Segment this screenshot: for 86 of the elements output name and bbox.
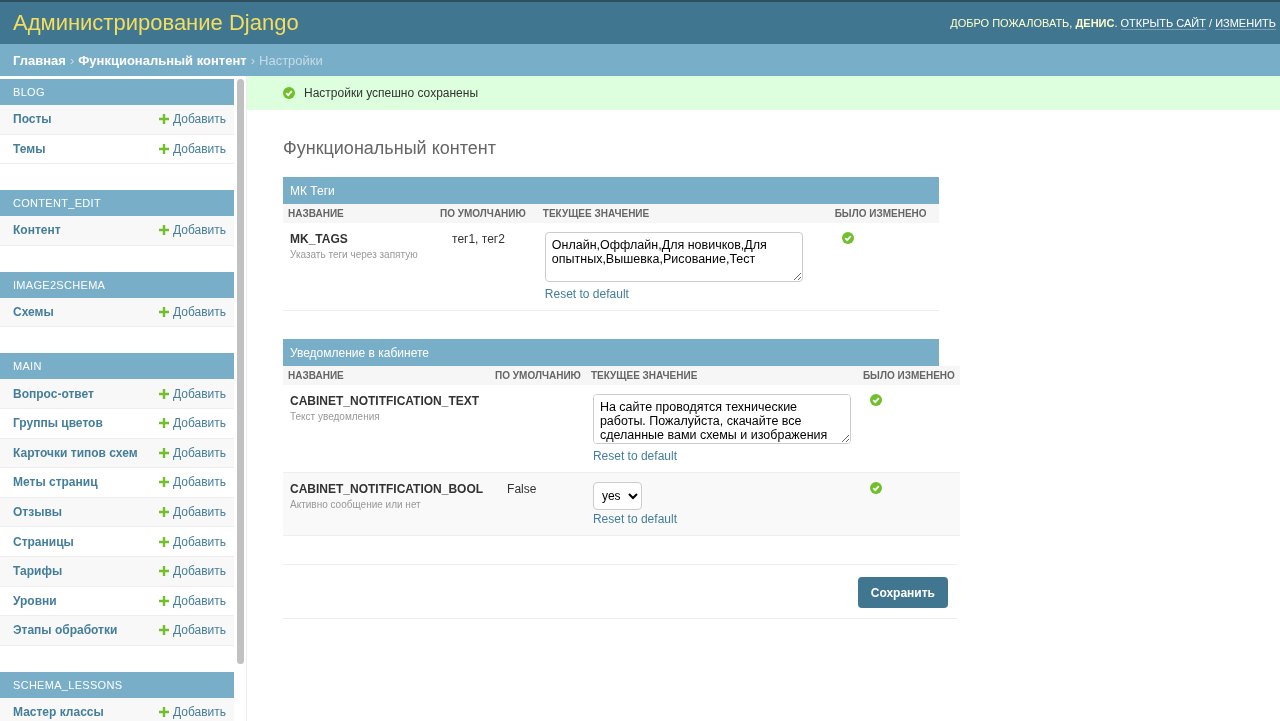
plus-icon (158, 625, 169, 636)
reset-link[interactable]: Reset to default (592, 449, 851, 463)
help-text: Активно сообщение или нет (290, 499, 422, 510)
model-link[interactable]: Мастер классы (13, 705, 104, 719)
add-link[interactable]: Добавить (158, 475, 226, 490)
column-header: ПО УМОЛЧАНИЮ (490, 366, 586, 385)
column-header: ТЕКУЩЕЕ ЗНАЧЕНИЕ (537, 204, 830, 223)
plus-icon (158, 447, 169, 458)
plus-icon (158, 595, 169, 606)
add-link[interactable]: Добавить (158, 623, 226, 638)
model-link[interactable]: Страницы (13, 534, 74, 549)
breadcrumb-separator: › (250, 52, 255, 68)
app-caption[interactable]: SCHEMA_LESSONS (0, 671, 234, 698)
breadcrumb-link[interactable]: Главная (13, 52, 66, 68)
app-caption[interactable]: BLOG (0, 79, 234, 105)
setting-name: MK_TAGS (290, 232, 349, 246)
column-header: БЫЛО ИЗМЕНЕНО (857, 366, 960, 385)
model-link[interactable]: Тарифы (13, 564, 63, 579)
plus-icon (158, 114, 169, 125)
check-icon (283, 87, 295, 99)
fieldset-title: МК Теги (283, 177, 939, 204)
value-select[interactable]: yes (592, 482, 642, 510)
plus-icon (158, 536, 169, 547)
default-value: тег1, тег2 (451, 232, 506, 246)
add-link[interactable]: Добавить (158, 386, 226, 401)
help-text: Текст уведомления (290, 411, 381, 422)
page-title: Функциональный контент (283, 138, 497, 159)
add-link[interactable]: Добавить (158, 534, 226, 549)
plus-icon (158, 477, 169, 488)
change-password-link[interactable]: ИЗМЕНИТЬ (1215, 16, 1276, 30)
model-link[interactable]: Контент (13, 223, 61, 238)
plus-icon (158, 707, 169, 717)
success-message: Настройки успешно сохранены (304, 86, 479, 100)
value-textarea[interactable]: На сайте проводятся технические работы. Пожалуйста, скачайте все сделанные вами схемы и изображения (592, 394, 851, 444)
model-link[interactable]: Группы цветов (13, 416, 103, 431)
app-caption[interactable]: MAIN (0, 353, 234, 380)
breadcrumb-current: Настройки (259, 52, 323, 68)
model-link[interactable]: Схемы (13, 305, 54, 320)
save-button[interactable]: Сохранить (857, 577, 948, 608)
column-header: БЫЛО ИЗМЕНЕНО (829, 204, 939, 223)
plus-icon (158, 566, 169, 577)
separator-text: / (1208, 16, 1214, 30)
add-link[interactable]: Добавить (158, 416, 226, 431)
add-link[interactable]: Добавить (158, 705, 226, 719)
help-text: Указать теги через запятую (290, 249, 419, 260)
plus-icon (158, 388, 169, 399)
default-value: False (506, 482, 538, 496)
model-link[interactable]: Вопрос-ответ (13, 386, 94, 401)
add-link[interactable]: Добавить (158, 223, 226, 238)
add-link[interactable]: Добавить (158, 305, 226, 320)
add-link[interactable]: Добавить (158, 141, 226, 156)
value-textarea[interactable]: Онлайн,Оффлайн,Для новичков,Для опытных,Вышевка,Рисование,Тест (544, 232, 803, 282)
plus-icon (158, 225, 169, 236)
column-header: ПО УМОЛЧАНИЮ (435, 204, 538, 223)
add-link[interactable]: Добавить (158, 505, 226, 520)
add-link[interactable]: Добавить (158, 593, 226, 608)
model-link[interactable]: Меты страниц (13, 475, 98, 490)
column-header: НАЗВАНИЕ (283, 366, 491, 385)
add-link[interactable]: Добавить (158, 564, 226, 579)
model-link[interactable]: Отзывы (13, 505, 63, 520)
plus-icon (158, 143, 169, 154)
reset-link[interactable]: Reset to default (544, 287, 823, 301)
setting-name: CABINET_NOTITFICATION_BOOL (290, 482, 484, 496)
plus-icon (158, 418, 169, 429)
fieldset-title: Уведомление в кабинете (283, 339, 939, 366)
reset-link[interactable]: Reset to default (592, 512, 851, 526)
app-caption[interactable]: CONTENT_EDIT (0, 190, 234, 217)
site-title[interactable]: Администрирование Django (13, 10, 299, 36)
plus-icon (158, 507, 169, 518)
column-header: НАЗВАНИЕ (283, 204, 436, 223)
scrollbar-thumb[interactable] (236, 79, 244, 664)
model-link[interactable]: Этапы обработки (13, 623, 118, 638)
add-link[interactable]: Добавить (158, 445, 226, 460)
welcome-text: ДОБРО ПОЖАЛОВАТЬ, ДЕНИС. (950, 16, 1119, 30)
view-site-link[interactable]: ОТКРЫТЬ САЙТ (1120, 16, 1206, 30)
model-link[interactable]: Карточки типов схем (13, 445, 138, 460)
column-header: ТЕКУЩЕЕ ЗНАЧЕНИЕ (585, 366, 858, 385)
model-link[interactable]: Темы (13, 141, 46, 156)
plus-icon (158, 307, 169, 318)
add-link[interactable]: Добавить (158, 112, 226, 127)
app-caption[interactable]: IMAGE2SCHEMA (0, 271, 234, 298)
breadcrumb-link[interactable]: Функциональный контент (78, 52, 247, 68)
breadcrumb-separator: › (69, 52, 75, 68)
setting-name: CABINET_NOTITFICATION_TEXT (290, 394, 481, 408)
model-link[interactable]: Уровни (13, 593, 57, 608)
model-link[interactable]: Посты (13, 112, 52, 127)
